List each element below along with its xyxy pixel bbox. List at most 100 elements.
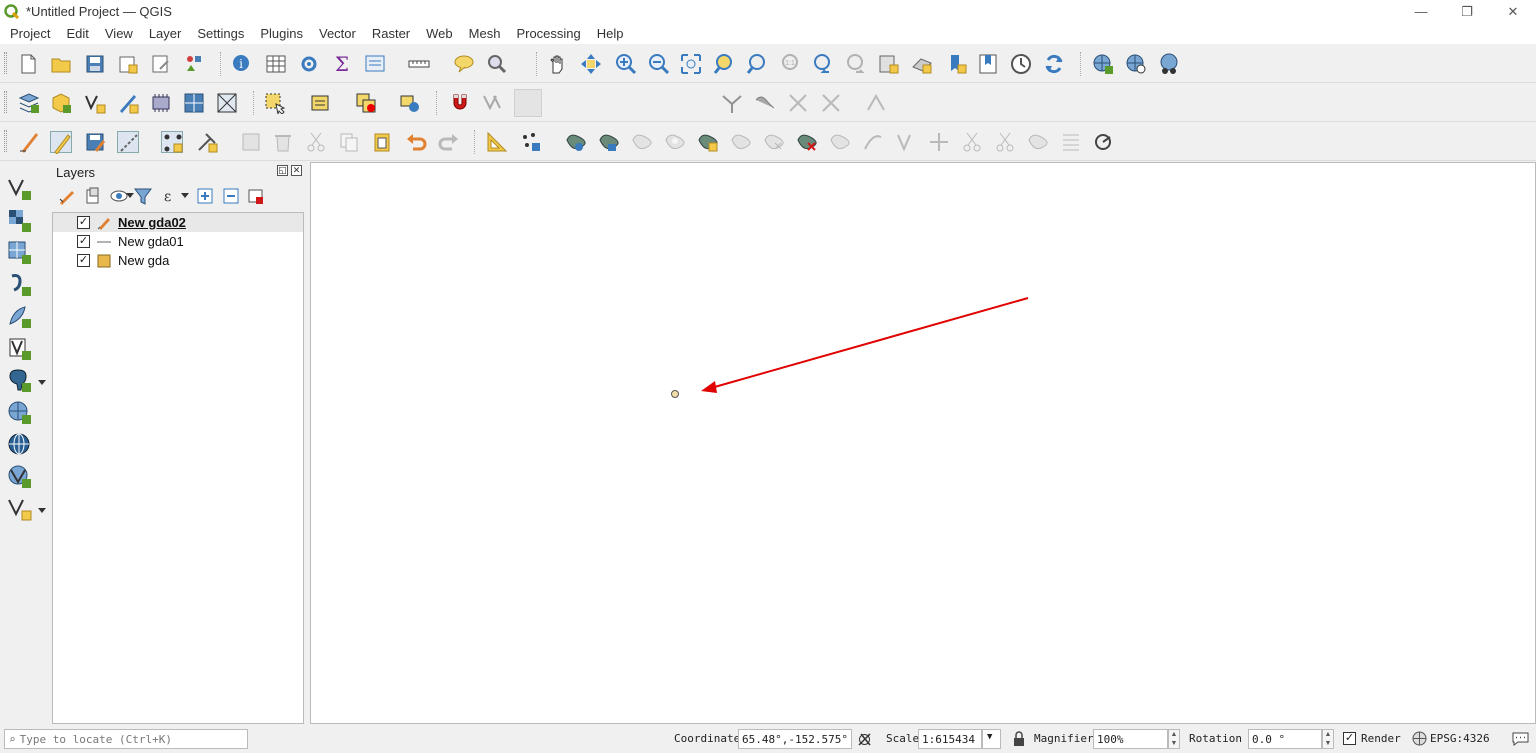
new-shapefile-layer-icon[interactable] [7, 496, 33, 522]
split-parts-icon[interactable] [994, 131, 1016, 153]
new-3d-map-view-icon[interactable] [911, 53, 933, 75]
rotate-feature-icon[interactable] [598, 131, 620, 153]
menu-web[interactable]: Web [418, 26, 461, 41]
panel-splitter[interactable] [305, 162, 309, 724]
new-print-layout-icon[interactable] [117, 53, 139, 75]
edit-table-icon[interactable] [240, 131, 262, 153]
new-temporary-scratch-layer-icon[interactable] [117, 92, 139, 114]
rotation-input[interactable]: 0.0 ° [1248, 729, 1322, 749]
rotation-spinner[interactable]: ▲ ▼ [1322, 729, 1334, 749]
digitize-line-icon[interactable] [117, 131, 139, 153]
reverse-line-icon[interactable] [895, 131, 917, 153]
menu-project[interactable]: Project [2, 26, 58, 41]
scale-input[interactable]: 1:615434 [918, 729, 982, 749]
collapse-all-icon[interactable] [222, 187, 240, 205]
menu-raster[interactable]: Raster [364, 26, 418, 41]
menu-mesh[interactable]: Mesh [461, 26, 509, 41]
zoom-last-icon[interactable] [812, 53, 834, 75]
coordinate-input[interactable]: 65.48°,-152.575° [738, 729, 852, 749]
trim-extend-icon[interactable] [928, 131, 950, 153]
remove-layer-icon[interactable] [247, 187, 265, 205]
lock-icon[interactable] [1013, 731, 1025, 747]
save-layer-edits-icon[interactable] [84, 131, 106, 153]
deselect-features-icon[interactable] [355, 92, 377, 114]
menu-help[interactable]: Help [589, 26, 632, 41]
restore-button[interactable]: ❐ [1444, 0, 1490, 23]
topological-editing-icon[interactable] [754, 92, 776, 114]
merge-features-icon[interactable] [1027, 131, 1049, 153]
menu-settings[interactable]: Settings [189, 26, 252, 41]
layer-visibility-checkbox[interactable]: ✓ [77, 235, 90, 248]
map-canvas[interactable] [310, 162, 1536, 724]
digitize-shape-icon[interactable] [520, 131, 542, 153]
crs-label[interactable]: EPSG:4326 [1430, 732, 1490, 745]
identify-features-icon[interactable]: i [231, 53, 253, 75]
refresh-icon[interactable] [1043, 53, 1065, 75]
add-wms-layer-icon[interactable] [7, 400, 33, 426]
locator-search-input[interactable]: ⌕ Type to locate (Ctrl+K) [4, 729, 248, 749]
layer-name[interactable]: New gda01 [118, 234, 184, 249]
select-by-location-icon[interactable] [486, 53, 508, 75]
chevron-down-icon[interactable] [181, 193, 189, 199]
chevron-down-icon[interactable] [38, 508, 46, 514]
toggle-editing-icon[interactable] [50, 131, 72, 155]
menu-plugins[interactable]: Plugins [252, 26, 311, 41]
new-spatial-bookmark-icon[interactable] [946, 53, 968, 75]
map-tips-icon[interactable] [453, 53, 475, 75]
open-layer-styling-icon[interactable] [58, 187, 76, 205]
add-part-icon[interactable] [697, 131, 719, 153]
layer-row[interactable]: ✓ New gda02 [53, 213, 303, 232]
paste-features-icon[interactable] [371, 131, 393, 153]
snapping-mode-button[interactable] [514, 89, 542, 117]
split-features-icon[interactable] [961, 131, 983, 153]
chevron-down-icon[interactable] [126, 193, 134, 199]
select-by-value-icon[interactable] [310, 92, 332, 114]
layer-name[interactable]: New gda02 [118, 215, 186, 230]
new-geopackage-layer-icon[interactable] [50, 92, 72, 114]
new-shapefile-layer-icon[interactable] [84, 92, 106, 114]
redo-icon[interactable] [438, 131, 460, 153]
magnifier-spinner[interactable]: ▲ ▼ [1168, 729, 1180, 749]
select-by-location-tool-icon[interactable] [399, 92, 421, 114]
show-spatial-bookmarks-icon[interactable] [977, 53, 999, 75]
toolbar-grip[interactable] [4, 130, 7, 152]
add-wfs-layer-icon[interactable] [7, 432, 33, 458]
self-snapping-icon[interactable] [820, 92, 842, 114]
fill-ring-icon[interactable] [730, 131, 752, 153]
advanced-digitizing-icon[interactable] [486, 131, 508, 153]
reshape-features-icon[interactable] [829, 131, 851, 153]
add-raster-layer-icon[interactable] [183, 92, 205, 114]
copy-features-icon[interactable] [338, 131, 360, 153]
open-field-calculator-icon[interactable] [364, 53, 386, 75]
modify-attributes-icon[interactable] [196, 131, 218, 153]
merge-attributes-icon[interactable] [1060, 131, 1082, 153]
processing-toolbox-icon[interactable] [298, 53, 320, 75]
add-ring-icon[interactable] [664, 131, 686, 153]
float-panel-button[interactable]: ◱ [277, 165, 288, 176]
cut-features-icon[interactable] [305, 131, 327, 153]
menu-view[interactable]: View [97, 26, 141, 41]
zoom-out-icon[interactable] [647, 53, 670, 75]
menu-layer[interactable]: Layer [141, 26, 190, 41]
layer-visibility-checkbox[interactable]: ✓ [77, 254, 90, 267]
attribute-table-icon[interactable] [265, 53, 287, 75]
new-map-view-icon[interactable] [878, 53, 900, 75]
save-project-icon[interactable] [84, 53, 106, 75]
close-button[interactable]: ✕ [1490, 0, 1536, 23]
move-feature-icon[interactable] [565, 131, 587, 153]
zoom-full-icon[interactable] [680, 53, 702, 75]
chevron-down-icon[interactable] [38, 380, 46, 386]
delete-ring-icon[interactable] [763, 131, 785, 153]
coordinate-toggle-icon[interactable] [857, 732, 872, 747]
layer-row[interactable]: ✓ New gda01 [53, 232, 303, 251]
render-checkbox[interactable]: ✓ [1343, 732, 1356, 745]
new-virtual-layer-icon[interactable] [150, 92, 172, 114]
snapping-type-icon[interactable] [482, 92, 504, 114]
select-features-icon[interactable] [264, 92, 286, 116]
tracing-icon[interactable] [865, 92, 887, 114]
snapping-magnet-icon[interactable] [449, 92, 471, 114]
filter-by-expression-icon[interactable]: ε [160, 187, 178, 205]
add-group-icon[interactable] [84, 187, 102, 205]
add-raster-layer-icon[interactable] [7, 208, 33, 234]
menu-edit[interactable]: Edit [58, 26, 96, 41]
